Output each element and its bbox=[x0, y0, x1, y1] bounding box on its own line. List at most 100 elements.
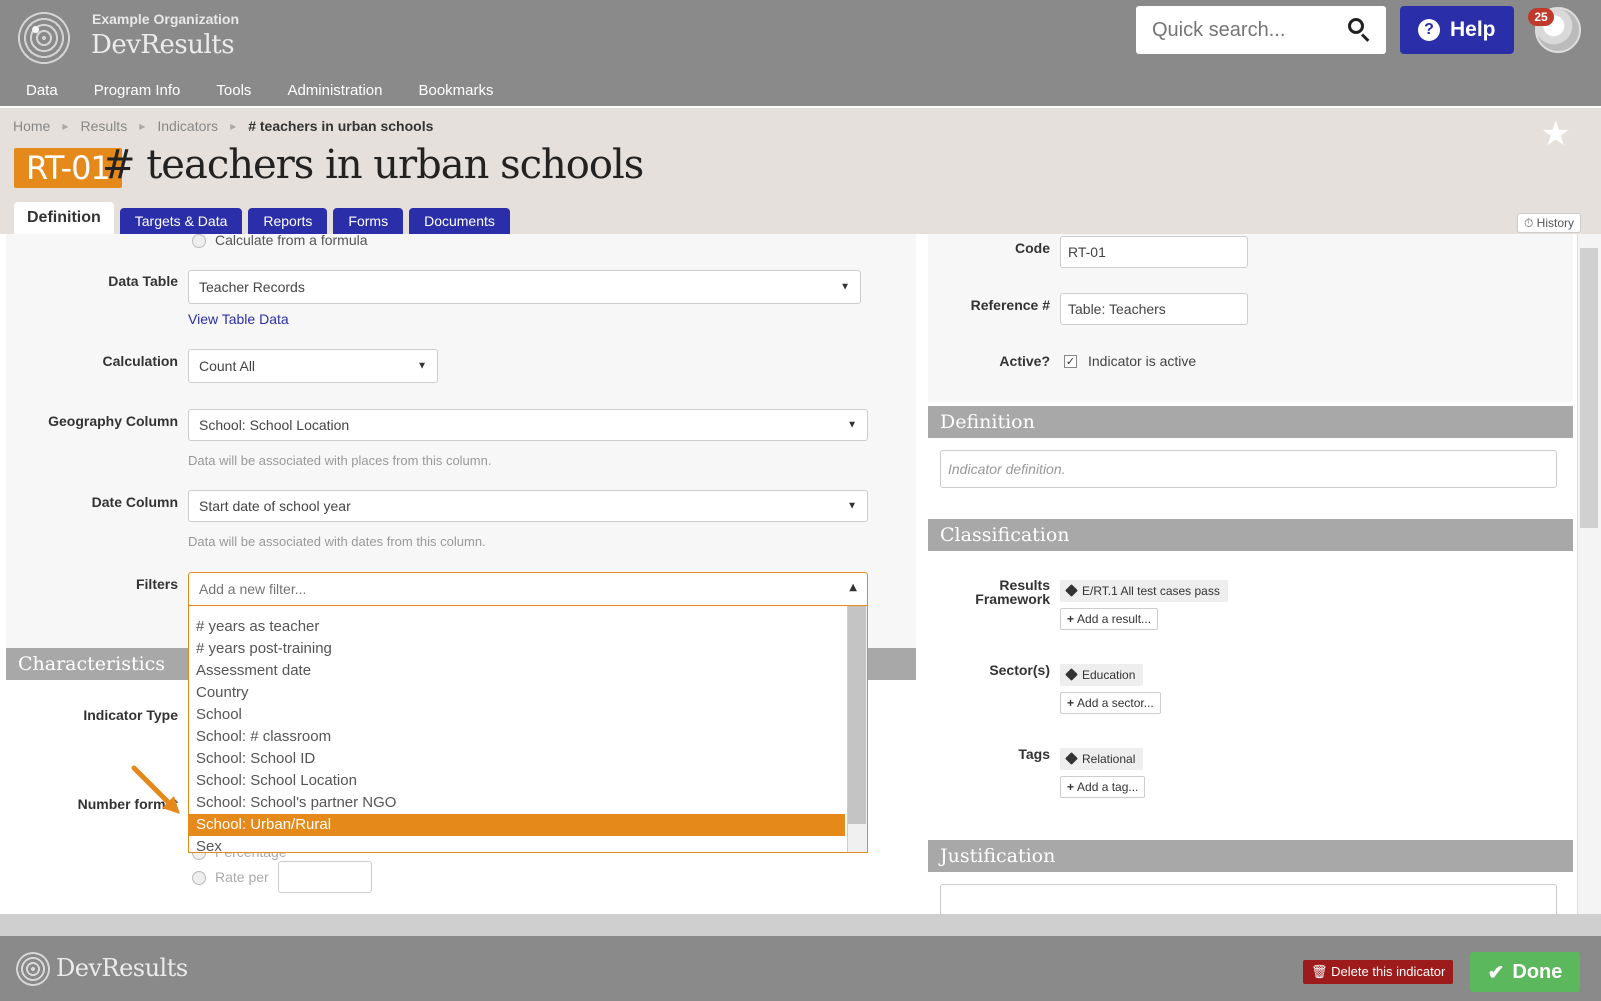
code-input[interactable]: RT-01 bbox=[1060, 236, 1248, 268]
quick-search-box[interactable] bbox=[1136, 6, 1386, 54]
org-name: Example Organization bbox=[92, 11, 240, 27]
date-column-value: Start date of school year bbox=[199, 498, 351, 514]
breadcrumb-separator-icon: ▶ bbox=[139, 121, 146, 131]
calc-formula-label: Calculate from a formula bbox=[215, 234, 368, 248]
nav-item-administration[interactable]: Administration bbox=[269, 78, 400, 106]
help-icon: ? bbox=[1418, 19, 1440, 41]
tag-icon bbox=[1065, 752, 1078, 765]
definition-textarea[interactable]: Indicator definition. bbox=[940, 450, 1557, 488]
breadcrumb-separator-icon: ▶ bbox=[62, 121, 69, 131]
justification-header: Justification bbox=[928, 840, 1573, 872]
logo-icon[interactable] bbox=[16, 10, 72, 66]
search-icon[interactable] bbox=[1348, 18, 1370, 42]
delete-indicator-button[interactable]: 🗑 Delete this indicator bbox=[1303, 960, 1454, 984]
delete-label: Delete this indicator bbox=[1331, 964, 1446, 979]
add-tag-button[interactable]: + Add a tag... bbox=[1060, 776, 1146, 798]
chevron-up-icon: ▲ bbox=[849, 582, 857, 593]
geography-column-select[interactable]: School: School Location ▼ bbox=[188, 409, 868, 441]
plus-icon: + bbox=[1067, 696, 1075, 710]
filter-search-input[interactable] bbox=[189, 573, 829, 605]
done-button[interactable]: ✔ Done bbox=[1470, 952, 1580, 992]
add-result-label: Add a result... bbox=[1077, 612, 1152, 626]
data-table-select[interactable]: Teacher Records ▼ bbox=[188, 270, 861, 304]
notification-badge[interactable]: 25 bbox=[1528, 8, 1554, 26]
nav-item-tools[interactable]: Tools bbox=[198, 78, 269, 106]
nav-item-bookmarks[interactable]: Bookmarks bbox=[400, 78, 511, 106]
plus-icon: + bbox=[1067, 780, 1075, 794]
filter-option[interactable]: School: School ID bbox=[189, 748, 845, 770]
filter-option[interactable]: Sex bbox=[189, 836, 845, 852]
check-icon: ✔ bbox=[1487, 961, 1505, 984]
footer-app-name: DevResults bbox=[56, 954, 188, 982]
filter-option[interactable]: School: # classroom bbox=[189, 726, 845, 748]
rate-per-label: Rate per bbox=[215, 869, 269, 885]
footer-logo-icon bbox=[16, 952, 50, 986]
tab-reports[interactable]: Reports bbox=[248, 208, 328, 234]
filter-option[interactable]: Country bbox=[189, 682, 845, 704]
page-title: # teachers in urban schools bbox=[102, 142, 644, 188]
sector-tag[interactable]: Education bbox=[1060, 664, 1144, 686]
geography-column-label: Geography Column bbox=[48, 413, 178, 429]
calc-formula-radio[interactable] bbox=[192, 234, 206, 248]
breadcrumb-separator-icon: ▶ bbox=[230, 121, 237, 131]
calculation-value: Count All bbox=[199, 358, 256, 374]
filter-option[interactable]: School bbox=[189, 704, 845, 726]
filter-option[interactable]: Assessment date bbox=[189, 660, 845, 682]
page-header: Home ▶ Results ▶ Indicators ▶ # teachers… bbox=[0, 106, 1601, 234]
tag-relational[interactable]: Relational bbox=[1060, 748, 1144, 770]
reference-label: Reference # bbox=[970, 297, 1050, 313]
search-input[interactable] bbox=[1136, 6, 1346, 54]
date-help-text: Data will be associated with dates from … bbox=[188, 534, 486, 549]
reference-input[interactable]: Table: Teachers bbox=[1060, 293, 1248, 325]
help-button-label: Help bbox=[1450, 18, 1496, 41]
page-scrollbar-thumb[interactable] bbox=[1580, 248, 1598, 528]
nav-item-program-info[interactable]: Program Info bbox=[76, 78, 199, 106]
definition-header: Definition bbox=[928, 406, 1573, 438]
breadcrumb-home[interactable]: Home bbox=[13, 118, 50, 134]
breadcrumb-results[interactable]: Results bbox=[81, 118, 128, 134]
add-result-button[interactable]: + Add a result... bbox=[1060, 608, 1159, 630]
nav-item-data[interactable]: Data bbox=[0, 78, 76, 106]
filters-label: Filters bbox=[135, 576, 178, 592]
filter-option-highlighted[interactable]: School: Urban/Rural bbox=[189, 814, 845, 836]
date-column-select[interactable]: Start date of school year ▼ bbox=[188, 490, 868, 522]
chevron-down-icon: ▼ bbox=[840, 281, 850, 293]
active-text: Indicator is active bbox=[1088, 353, 1197, 369]
tag-icon bbox=[1065, 584, 1078, 597]
tab-forms[interactable]: Forms bbox=[333, 208, 404, 234]
sector-tag-label: Education bbox=[1082, 668, 1136, 682]
filter-option[interactable]: # years post-training bbox=[189, 638, 845, 660]
calculation-select[interactable]: Count All ▼ bbox=[188, 349, 438, 383]
right-info-panel bbox=[928, 234, 1573, 402]
chevron-down-icon: ▼ bbox=[417, 360, 427, 372]
history-label: History bbox=[1536, 216, 1574, 230]
filter-option[interactable]: School: School's partner NGO bbox=[189, 792, 845, 814]
breadcrumb-indicators[interactable]: Indicators bbox=[157, 118, 218, 134]
add-tag-label: Add a tag... bbox=[1077, 780, 1139, 794]
filter-option[interactable]: School: School Location bbox=[189, 770, 845, 792]
calculation-label: Calculation bbox=[102, 353, 178, 369]
rate-per-radio[interactable] bbox=[192, 871, 206, 885]
history-button[interactable]: ⏱ History bbox=[1516, 213, 1581, 233]
tag-icon bbox=[1065, 668, 1078, 681]
add-sector-button[interactable]: + Add a sector... bbox=[1060, 692, 1161, 714]
add-sector-label: Add a sector... bbox=[1077, 696, 1154, 710]
chevron-down-icon: ▼ bbox=[847, 419, 857, 431]
justification-textarea[interactable] bbox=[940, 884, 1557, 914]
app-name[interactable]: DevResults bbox=[91, 30, 235, 60]
tab-targets-data[interactable]: Targets & Data bbox=[119, 208, 243, 234]
results-framework-tag[interactable]: E/RT.1 All test cases pass bbox=[1060, 580, 1228, 602]
help-button[interactable]: ? Help bbox=[1400, 6, 1514, 54]
active-label: Active? bbox=[999, 353, 1050, 369]
tab-documents[interactable]: Documents bbox=[409, 208, 510, 234]
dropdown-scrollbar-thumb[interactable] bbox=[848, 606, 866, 824]
filters-select[interactable]: ▲ bbox=[188, 572, 868, 606]
rate-per-input[interactable] bbox=[278, 861, 372, 893]
chevron-down-icon: ▼ bbox=[847, 500, 857, 512]
star-icon[interactable]: ★ bbox=[1541, 114, 1571, 154]
active-checkbox[interactable]: ✓ bbox=[1064, 355, 1077, 368]
tab-definition[interactable]: Definition bbox=[14, 202, 114, 234]
data-table-label: Data Table bbox=[108, 273, 178, 289]
filter-option[interactable]: # years as teacher bbox=[189, 616, 845, 638]
view-table-data-link[interactable]: View Table Data bbox=[188, 311, 289, 327]
